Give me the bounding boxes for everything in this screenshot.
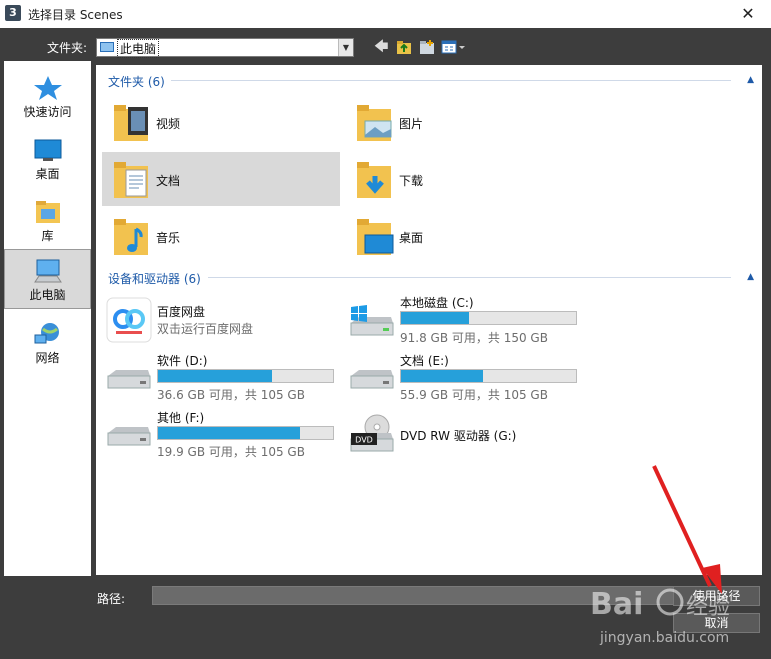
device-item-baidu[interactable]: 百度网盘 双击运行百度网盘 — [102, 293, 340, 349]
folder-label: 下载 — [399, 174, 424, 188]
hard-drive-icon — [350, 370, 394, 389]
path-label: 路径: — [97, 592, 126, 606]
device-name: 文档 (E:) — [400, 354, 449, 368]
pictures-folder-icon — [357, 105, 392, 141]
library-icon — [35, 201, 60, 223]
device-subtitle: 19.9 GB 可用，共 105 GB — [157, 445, 305, 459]
computer-icon — [100, 42, 114, 52]
drive-usage-bar — [400, 311, 577, 325]
sidebar-item-label: 桌面 — [35, 167, 60, 181]
music-folder-icon — [114, 219, 148, 255]
group-divider — [208, 277, 731, 278]
close-button[interactable]: ✕ — [725, 0, 771, 28]
location-text: 此电脑 — [116, 39, 160, 58]
folder-label: 视频 — [156, 117, 181, 131]
downloads-folder-icon — [357, 162, 391, 198]
device-name: 百度网盘 — [157, 305, 206, 319]
folder-label: 桌面 — [399, 231, 424, 245]
device-name: 其他 (F:) — [157, 411, 205, 425]
device-name: 软件 (D:) — [157, 354, 208, 368]
location-combo[interactable]: 此电脑 ▼ — [96, 38, 354, 58]
drive-usage-fill — [401, 312, 470, 324]
device-name: DVD RW 驱动器 (G:) — [400, 429, 517, 443]
svg-text:jingyan.baidu.com: jingyan.baidu.com — [599, 630, 729, 646]
drive-usage-bar — [157, 426, 334, 440]
device-item-drive-e[interactable]: 文档 (E:) 55.9 GB 可用，共 105 GB — [345, 350, 583, 406]
sidebar-item-label: 此电脑 — [29, 288, 66, 302]
desktop-folder-icon — [357, 219, 394, 255]
dvd-drive-icon: DVD — [350, 414, 394, 452]
sidebar-item-label: 网络 — [35, 351, 60, 365]
folder-item-videos[interactable]: 视频 — [102, 95, 340, 149]
drive-usage-bar — [157, 369, 334, 383]
folder-label: 文件夹: — [47, 41, 88, 55]
new-folder-icon[interactable] — [418, 39, 436, 55]
windows-drive-icon — [350, 305, 394, 336]
group-header-folders[interactable]: 文件夹 (6) — [108, 73, 165, 90]
svg-text:Bai: Bai — [590, 587, 643, 622]
sidebar-item-desktop[interactable]: 桌面 — [4, 129, 91, 189]
device-item-drive-f[interactable]: 其他 (F:) 19.9 GB 可用，共 105 GB — [102, 407, 340, 463]
device-subtitle: 双击运行百度网盘 — [157, 322, 254, 336]
sidebar-item-label: 库 — [41, 229, 54, 243]
toolbar: 文件夹: 此电脑 ▼ 🡄 — [0, 28, 771, 60]
desktop-icon — [34, 139, 61, 161]
device-subtitle: 55.9 GB 可用，共 105 GB — [400, 388, 548, 402]
device-item-drive-c[interactable]: 本地磁盘 (C:) 91.8 GB 可用，共 150 GB — [345, 293, 583, 349]
sidebar-item-this-pc[interactable]: 此电脑 — [4, 249, 91, 309]
documents-folder-icon — [114, 162, 148, 198]
folder-label: 文档 — [156, 174, 181, 188]
svg-text:DVD: DVD — [355, 436, 373, 445]
folder-label: 音乐 — [156, 231, 181, 245]
device-name: 本地磁盘 (C:) — [400, 296, 474, 310]
folder-item-desktop[interactable]: 桌面 — [345, 209, 583, 263]
device-item-drive-g[interactable]: DVD DVD RW 驱动器 (G:) — [345, 407, 583, 463]
sidebar-item-network[interactable]: 网络 — [4, 313, 91, 373]
sidebar-item-quick-access[interactable]: 快速访问 — [4, 67, 91, 127]
device-item-drive-d[interactable]: 软件 (D:) 36.6 GB 可用，共 105 GB — [102, 350, 340, 406]
device-subtitle: 91.8 GB 可用，共 150 GB — [400, 331, 548, 345]
up-folder-icon[interactable] — [395, 39, 413, 55]
chevron-down-icon[interactable]: ▼ — [338, 39, 353, 56]
baidu-jingyan-watermark-icon: Bai 经验 jingyan.baidu.com — [590, 587, 730, 646]
device-subtitle: 36.6 GB 可用，共 105 GB — [157, 388, 305, 402]
collapse-icon[interactable]: ▲ — [747, 272, 754, 282]
svg-text:经验: 经验 — [686, 595, 730, 620]
computer-icon — [33, 259, 62, 283]
drive-usage-fill — [158, 427, 300, 439]
drive-usage-fill — [158, 370, 272, 382]
folder-item-documents[interactable]: 文档 — [102, 152, 340, 206]
hard-drive-icon — [107, 427, 151, 446]
back-icon[interactable]: 🡄 — [374, 39, 388, 55]
window-title: 选择目录 Scenes — [28, 8, 123, 22]
view-menu-icon[interactable] — [441, 39, 467, 55]
places-sidebar: 快速访问 桌面 库 此电脑 网络 — [4, 61, 91, 576]
folder-item-downloads[interactable]: 下载 — [345, 152, 583, 206]
folder-label: 图片 — [399, 117, 424, 131]
sidebar-item-label: 快速访问 — [23, 105, 72, 119]
sidebar-item-library[interactable]: 库 — [4, 191, 91, 251]
collapse-icon[interactable]: ▲ — [747, 75, 754, 85]
baidu-netdisk-icon — [106, 297, 152, 343]
network-icon — [34, 323, 59, 344]
video-folder-icon — [114, 105, 148, 141]
group-header-devices[interactable]: 设备和驱动器 (6) — [108, 270, 201, 287]
star-icon — [33, 76, 62, 100]
app-icon: 3 — [5, 5, 21, 21]
folder-item-music[interactable]: 音乐 — [102, 209, 340, 263]
title-bar: 3 选择目录 Scenes ✕ — [0, 0, 771, 28]
group-divider — [171, 80, 731, 81]
folder-item-pictures[interactable]: 图片 — [345, 95, 583, 149]
drive-usage-fill — [401, 370, 484, 382]
drive-usage-bar — [400, 369, 577, 383]
hard-drive-icon — [107, 370, 151, 389]
